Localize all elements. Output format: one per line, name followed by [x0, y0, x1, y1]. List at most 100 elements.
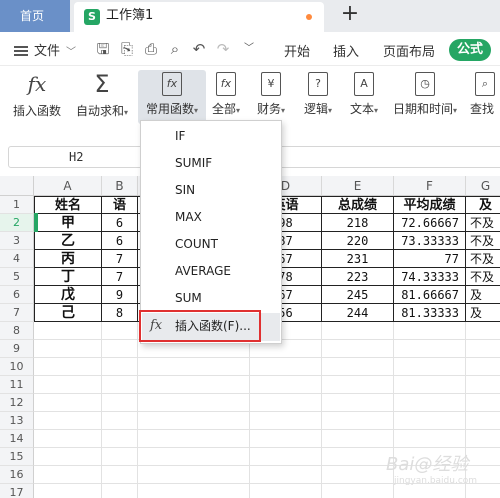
cell[interactable]	[250, 412, 322, 430]
autosum-button[interactable]: Σ 自动求和▾	[70, 70, 134, 124]
row-header[interactable]: 17	[0, 484, 34, 498]
cell[interactable]	[34, 448, 102, 466]
cell[interactable]	[394, 394, 466, 412]
cell[interactable]	[466, 430, 500, 448]
row-header[interactable]: 1	[0, 196, 34, 214]
table-cell[interactable]: 及	[466, 196, 500, 214]
cell[interactable]	[466, 340, 500, 358]
table-cell[interactable]: 甲	[34, 214, 102, 232]
cell[interactable]	[394, 430, 466, 448]
dropdown-item-if[interactable]: IF	[142, 123, 280, 150]
cell[interactable]	[34, 484, 102, 498]
cell[interactable]	[34, 322, 102, 340]
table-cell[interactable]: 6	[102, 214, 138, 232]
cell[interactable]	[102, 322, 138, 340]
table-cell[interactable]: 81.33333	[394, 304, 466, 322]
row-header[interactable]: 6	[0, 286, 34, 304]
save-icon[interactable]: 🖫	[94, 40, 112, 58]
cell[interactable]	[322, 448, 394, 466]
datetime-button[interactable]: ◷ 日期和时间▾	[390, 70, 460, 124]
table-cell[interactable]: 己	[34, 304, 102, 322]
menu-insert[interactable]: 插入	[333, 41, 359, 60]
table-cell[interactable]: 及	[466, 304, 500, 322]
cell[interactable]	[466, 394, 500, 412]
cell[interactable]	[322, 466, 394, 484]
cell[interactable]	[138, 430, 250, 448]
row-header[interactable]: 5	[0, 268, 34, 286]
column-header[interactable]: E	[322, 176, 394, 196]
column-header[interactable]: A	[34, 176, 102, 196]
select-all-corner[interactable]	[0, 176, 34, 196]
dropdown-item-max[interactable]: MAX	[142, 204, 280, 231]
cell[interactable]	[138, 412, 250, 430]
table-cell[interactable]: 220	[322, 232, 394, 250]
table-cell[interactable]: 7	[102, 268, 138, 286]
table-cell[interactable]: 丁	[34, 268, 102, 286]
table-cell[interactable]: 8	[102, 304, 138, 322]
cell[interactable]	[34, 358, 102, 376]
table-cell[interactable]: 丙	[34, 250, 102, 268]
cell[interactable]	[394, 412, 466, 430]
cell[interactable]	[34, 376, 102, 394]
table-cell[interactable]: 姓名	[34, 196, 102, 214]
tab-workbook[interactable]: S 工作簿1	[74, 2, 324, 32]
row-header[interactable]: 8	[0, 322, 34, 340]
cell[interactable]	[466, 358, 500, 376]
table-cell[interactable]: 81.66667	[394, 286, 466, 304]
cell[interactable]	[322, 484, 394, 498]
cell[interactable]	[102, 484, 138, 498]
cell[interactable]	[394, 340, 466, 358]
cell[interactable]	[322, 412, 394, 430]
table-cell[interactable]: 9	[102, 286, 138, 304]
cell[interactable]	[102, 340, 138, 358]
cell[interactable]	[138, 466, 250, 484]
table-cell[interactable]: 总成绩	[322, 196, 394, 214]
cell[interactable]	[102, 466, 138, 484]
cell[interactable]	[394, 322, 466, 340]
cell[interactable]	[102, 412, 138, 430]
row-header[interactable]: 4	[0, 250, 34, 268]
cell[interactable]	[466, 322, 500, 340]
table-cell[interactable]: 戊	[34, 286, 102, 304]
dropdown-item-average[interactable]: AVERAGE	[142, 258, 280, 285]
cell[interactable]	[34, 340, 102, 358]
menu-page-layout[interactable]: 页面布局	[383, 41, 435, 60]
cell[interactable]	[466, 376, 500, 394]
cell[interactable]	[34, 412, 102, 430]
cell[interactable]	[394, 376, 466, 394]
cell[interactable]	[250, 466, 322, 484]
formula-input[interactable]	[280, 146, 500, 168]
dropdown-item-sum[interactable]: SUM	[142, 285, 280, 312]
cell[interactable]	[102, 448, 138, 466]
row-header[interactable]: 14	[0, 430, 34, 448]
column-header[interactable]: G	[466, 176, 500, 196]
cell[interactable]	[102, 376, 138, 394]
cell[interactable]	[138, 448, 250, 466]
table-cell[interactable]: 73.33333	[394, 232, 466, 250]
cell[interactable]	[250, 394, 322, 412]
row-header[interactable]: 15	[0, 448, 34, 466]
cell[interactable]	[102, 358, 138, 376]
row-header[interactable]: 10	[0, 358, 34, 376]
print-preview-icon[interactable]: ⌕	[166, 40, 184, 58]
cell[interactable]	[250, 484, 322, 498]
cell[interactable]	[250, 448, 322, 466]
print-icon[interactable]: ⎙	[142, 40, 160, 58]
cell[interactable]	[322, 340, 394, 358]
table-cell[interactable]: 244	[322, 304, 394, 322]
cell[interactable]	[102, 394, 138, 412]
cell[interactable]	[34, 466, 102, 484]
row-header[interactable]: 16	[0, 466, 34, 484]
table-cell[interactable]: 77	[394, 250, 466, 268]
cell[interactable]	[138, 358, 250, 376]
export-icon[interactable]: ⎘	[118, 40, 136, 58]
table-cell[interactable]: 语	[102, 196, 138, 214]
row-header[interactable]: 11	[0, 376, 34, 394]
cell[interactable]	[34, 430, 102, 448]
cell[interactable]	[322, 394, 394, 412]
cell[interactable]	[250, 358, 322, 376]
dropdown-item-sin[interactable]: SIN	[142, 177, 280, 204]
table-cell[interactable]: 不及	[466, 250, 500, 268]
cell[interactable]	[102, 430, 138, 448]
cell[interactable]	[138, 484, 250, 498]
